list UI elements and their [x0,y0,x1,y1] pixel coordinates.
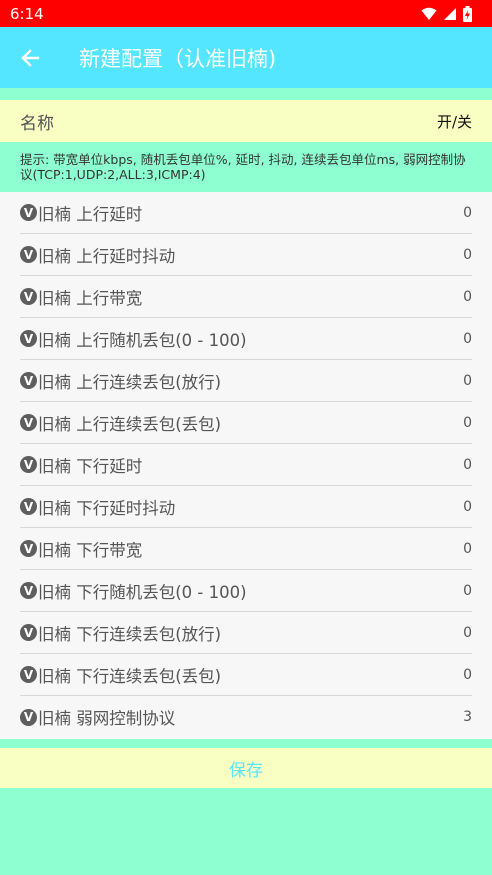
v-badge-icon: V [20,204,37,221]
item-label: 旧楠 下行连续丢包(丢包) [38,666,222,686]
save-button[interactable]: 保存 [0,748,492,788]
list-item[interactable]: V 旧楠 上行随机丢包(0 - 100) 0 [20,318,472,360]
list-item[interactable]: V 旧楠 下行延时抖动 0 [20,486,472,528]
item-label: 旧楠 上行随机丢包(0 - 100) [38,330,247,350]
battery-charging-icon [463,5,472,22]
list-item[interactable]: V 旧楠 下行随机丢包(0 - 100) 0 [20,570,472,612]
item-label: 旧楠 下行连续丢包(放行) [38,624,222,644]
settings-list: V 旧楠 上行延时 0 V 旧楠 上行延时抖动 0 V 旧楠 上行带宽 0 V … [0,192,492,739]
app-bar: 新建配置（认准旧楠) [0,27,492,88]
v-badge-icon: V [20,246,37,263]
v-badge-icon: V [20,372,37,389]
status-bar: 6:14 [0,0,492,27]
v-badge-icon: V [20,456,37,473]
item-label: 旧楠 下行延时抖动 [38,498,176,518]
page-title: 新建配置（认准旧楠) [79,46,277,71]
item-value: 0 [463,204,472,221]
footer-area [0,788,492,875]
item-value: 0 [463,288,472,305]
v-badge-icon: V [20,540,37,557]
item-value: 0 [463,666,472,683]
v-badge-icon: V [20,330,37,347]
v-badge-icon: V [20,624,37,641]
list-item[interactable]: V 旧楠 下行连续丢包(丢包) 0 [20,654,472,696]
v-badge-icon: V [20,498,37,515]
v-badge-icon: V [20,582,37,599]
name-label: 名称 [20,113,54,134]
list-bottom-divider [0,739,492,748]
v-badge-icon: V [20,288,37,305]
item-value: 0 [463,540,472,557]
hint-text: 提示: 带宽单位kbps, 随机丢包单位%, 延时, 抖动, 连续丢包单位ms,… [0,142,492,192]
status-icons [421,5,472,22]
item-label: 旧楠 上行连续丢包(放行) [38,372,222,392]
list-item[interactable]: V 旧楠 上行延时 0 [20,192,472,234]
item-value: 0 [463,246,472,263]
list-item[interactable]: V 旧楠 上行连续丢包(放行) 0 [20,360,472,402]
item-label: 旧楠 上行延时抖动 [38,246,176,266]
list-item[interactable]: V 旧楠 弱网控制协议 3 [20,696,472,738]
item-value: 0 [463,582,472,599]
back-button[interactable] [0,27,60,88]
list-item[interactable]: V 旧楠 上行连续丢包(丢包) 0 [20,402,472,444]
v-badge-icon: V [20,708,37,726]
list-item[interactable]: V 旧楠 下行延时 0 [20,444,472,486]
wifi-icon [421,7,437,20]
item-value: 0 [463,456,472,473]
toggle-label[interactable]: 开/关 [437,111,472,132]
item-label: 旧楠 弱网控制协议 [38,709,176,728]
item-label: 旧楠 下行延时 [38,456,143,476]
item-value: 0 [463,330,472,347]
item-label: 旧楠 上行延时 [38,204,143,224]
item-label: 旧楠 下行随机丢包(0 - 100) [38,582,247,602]
list-item[interactable]: V 旧楠 上行带宽 0 [20,276,472,318]
v-badge-icon: V [20,414,37,431]
item-value: 0 [463,414,472,431]
config-name-row[interactable]: 名称 开/关 [0,100,492,142]
item-label: 旧楠 下行带宽 [38,540,143,560]
list-item[interactable]: V 旧楠 下行带宽 0 [20,528,472,570]
status-time: 6:14 [10,4,44,23]
item-value: 0 [463,372,472,389]
signal-icon [444,7,456,20]
item-label: 旧楠 上行连续丢包(丢包) [38,414,222,434]
list-item[interactable]: V 旧楠 下行连续丢包(放行) 0 [20,612,472,654]
item-value: 0 [463,624,472,641]
header-divider [0,88,492,100]
item-label: 旧楠 上行带宽 [38,288,143,308]
item-value: 3 [463,709,472,725]
item-value: 0 [463,498,472,515]
arrow-left-icon [21,48,40,67]
v-badge-icon: V [20,666,37,683]
list-item[interactable]: V 旧楠 上行延时抖动 0 [20,234,472,276]
